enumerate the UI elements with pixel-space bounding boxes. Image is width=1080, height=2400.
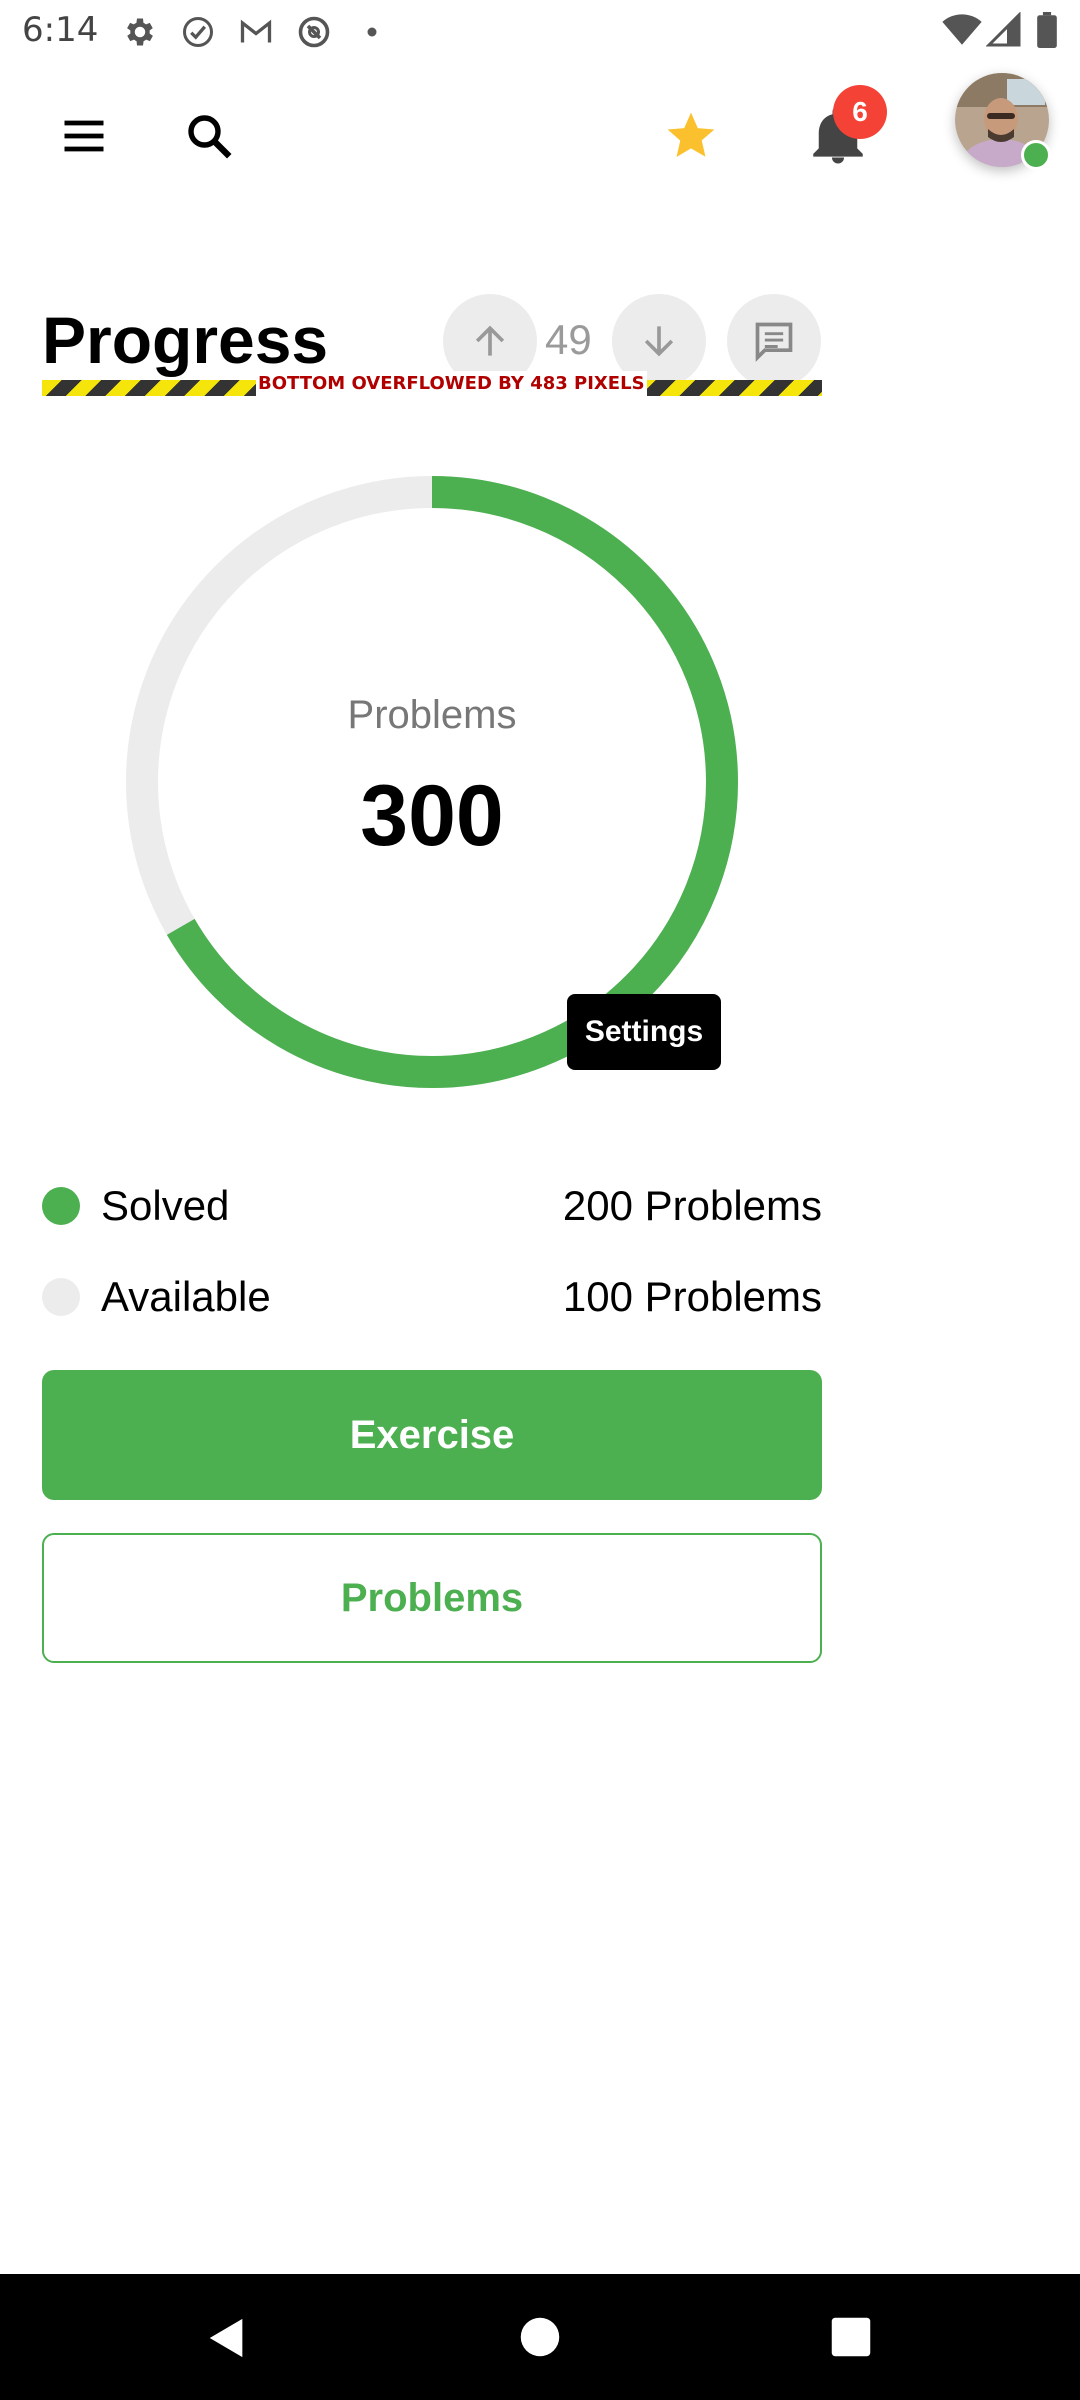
recents-icon[interactable]: [830, 2316, 872, 2358]
problems-button[interactable]: Problems: [42, 1533, 822, 1663]
star-icon: [667, 112, 715, 157]
legend-value-solved: 200 Problems: [562, 1182, 822, 1229]
arrow-up-icon: [475, 325, 505, 356]
comment-icon: [755, 322, 793, 362]
donut-center-value: 300: [360, 768, 504, 864]
battery-icon: [1036, 12, 1060, 48]
settings-tooltip: Settings: [567, 994, 721, 1070]
back-icon[interactable]: [204, 2314, 250, 2362]
exercise-button[interactable]: Exercise: [42, 1370, 822, 1500]
overflow-warning-text: BOTTOM OVERFLOWED BY 483 PIXELS: [256, 371, 647, 397]
home-icon[interactable]: [519, 2316, 561, 2358]
legend-value-available: 100 Problems: [562, 1273, 822, 1320]
system-nav-bar: [0, 2274, 1080, 2400]
signal-icon: [985, 11, 1022, 48]
notification-badge: 6: [833, 85, 887, 139]
donut-center-label: Problems: [347, 693, 517, 737]
legend-label-available: Available: [101, 1273, 271, 1320]
favorites-button[interactable]: [643, 88, 739, 184]
menu-icon: [64, 120, 104, 152]
legend-dot-available: [42, 1278, 80, 1316]
page-title: Progress: [42, 303, 329, 377]
wifi-icon: [942, 12, 982, 48]
settings-icon: [122, 14, 158, 50]
dot-icon: [354, 14, 390, 50]
legend-label-solved: Solved: [101, 1182, 230, 1229]
arrow-down-icon: [644, 326, 674, 357]
at-sign-icon: [296, 14, 332, 50]
online-status-dot: [1021, 140, 1051, 170]
status-time: 6:14: [22, 10, 99, 50]
check-circle-icon: [180, 14, 216, 50]
legend-dot-solved: [42, 1187, 80, 1225]
search-icon: [188, 115, 232, 159]
gmail-icon: [238, 14, 274, 50]
search-button[interactable]: [161, 88, 257, 184]
vote-count: 49: [545, 316, 592, 363]
comments-button[interactable]: [727, 294, 821, 388]
menu-button[interactable]: [36, 88, 132, 184]
